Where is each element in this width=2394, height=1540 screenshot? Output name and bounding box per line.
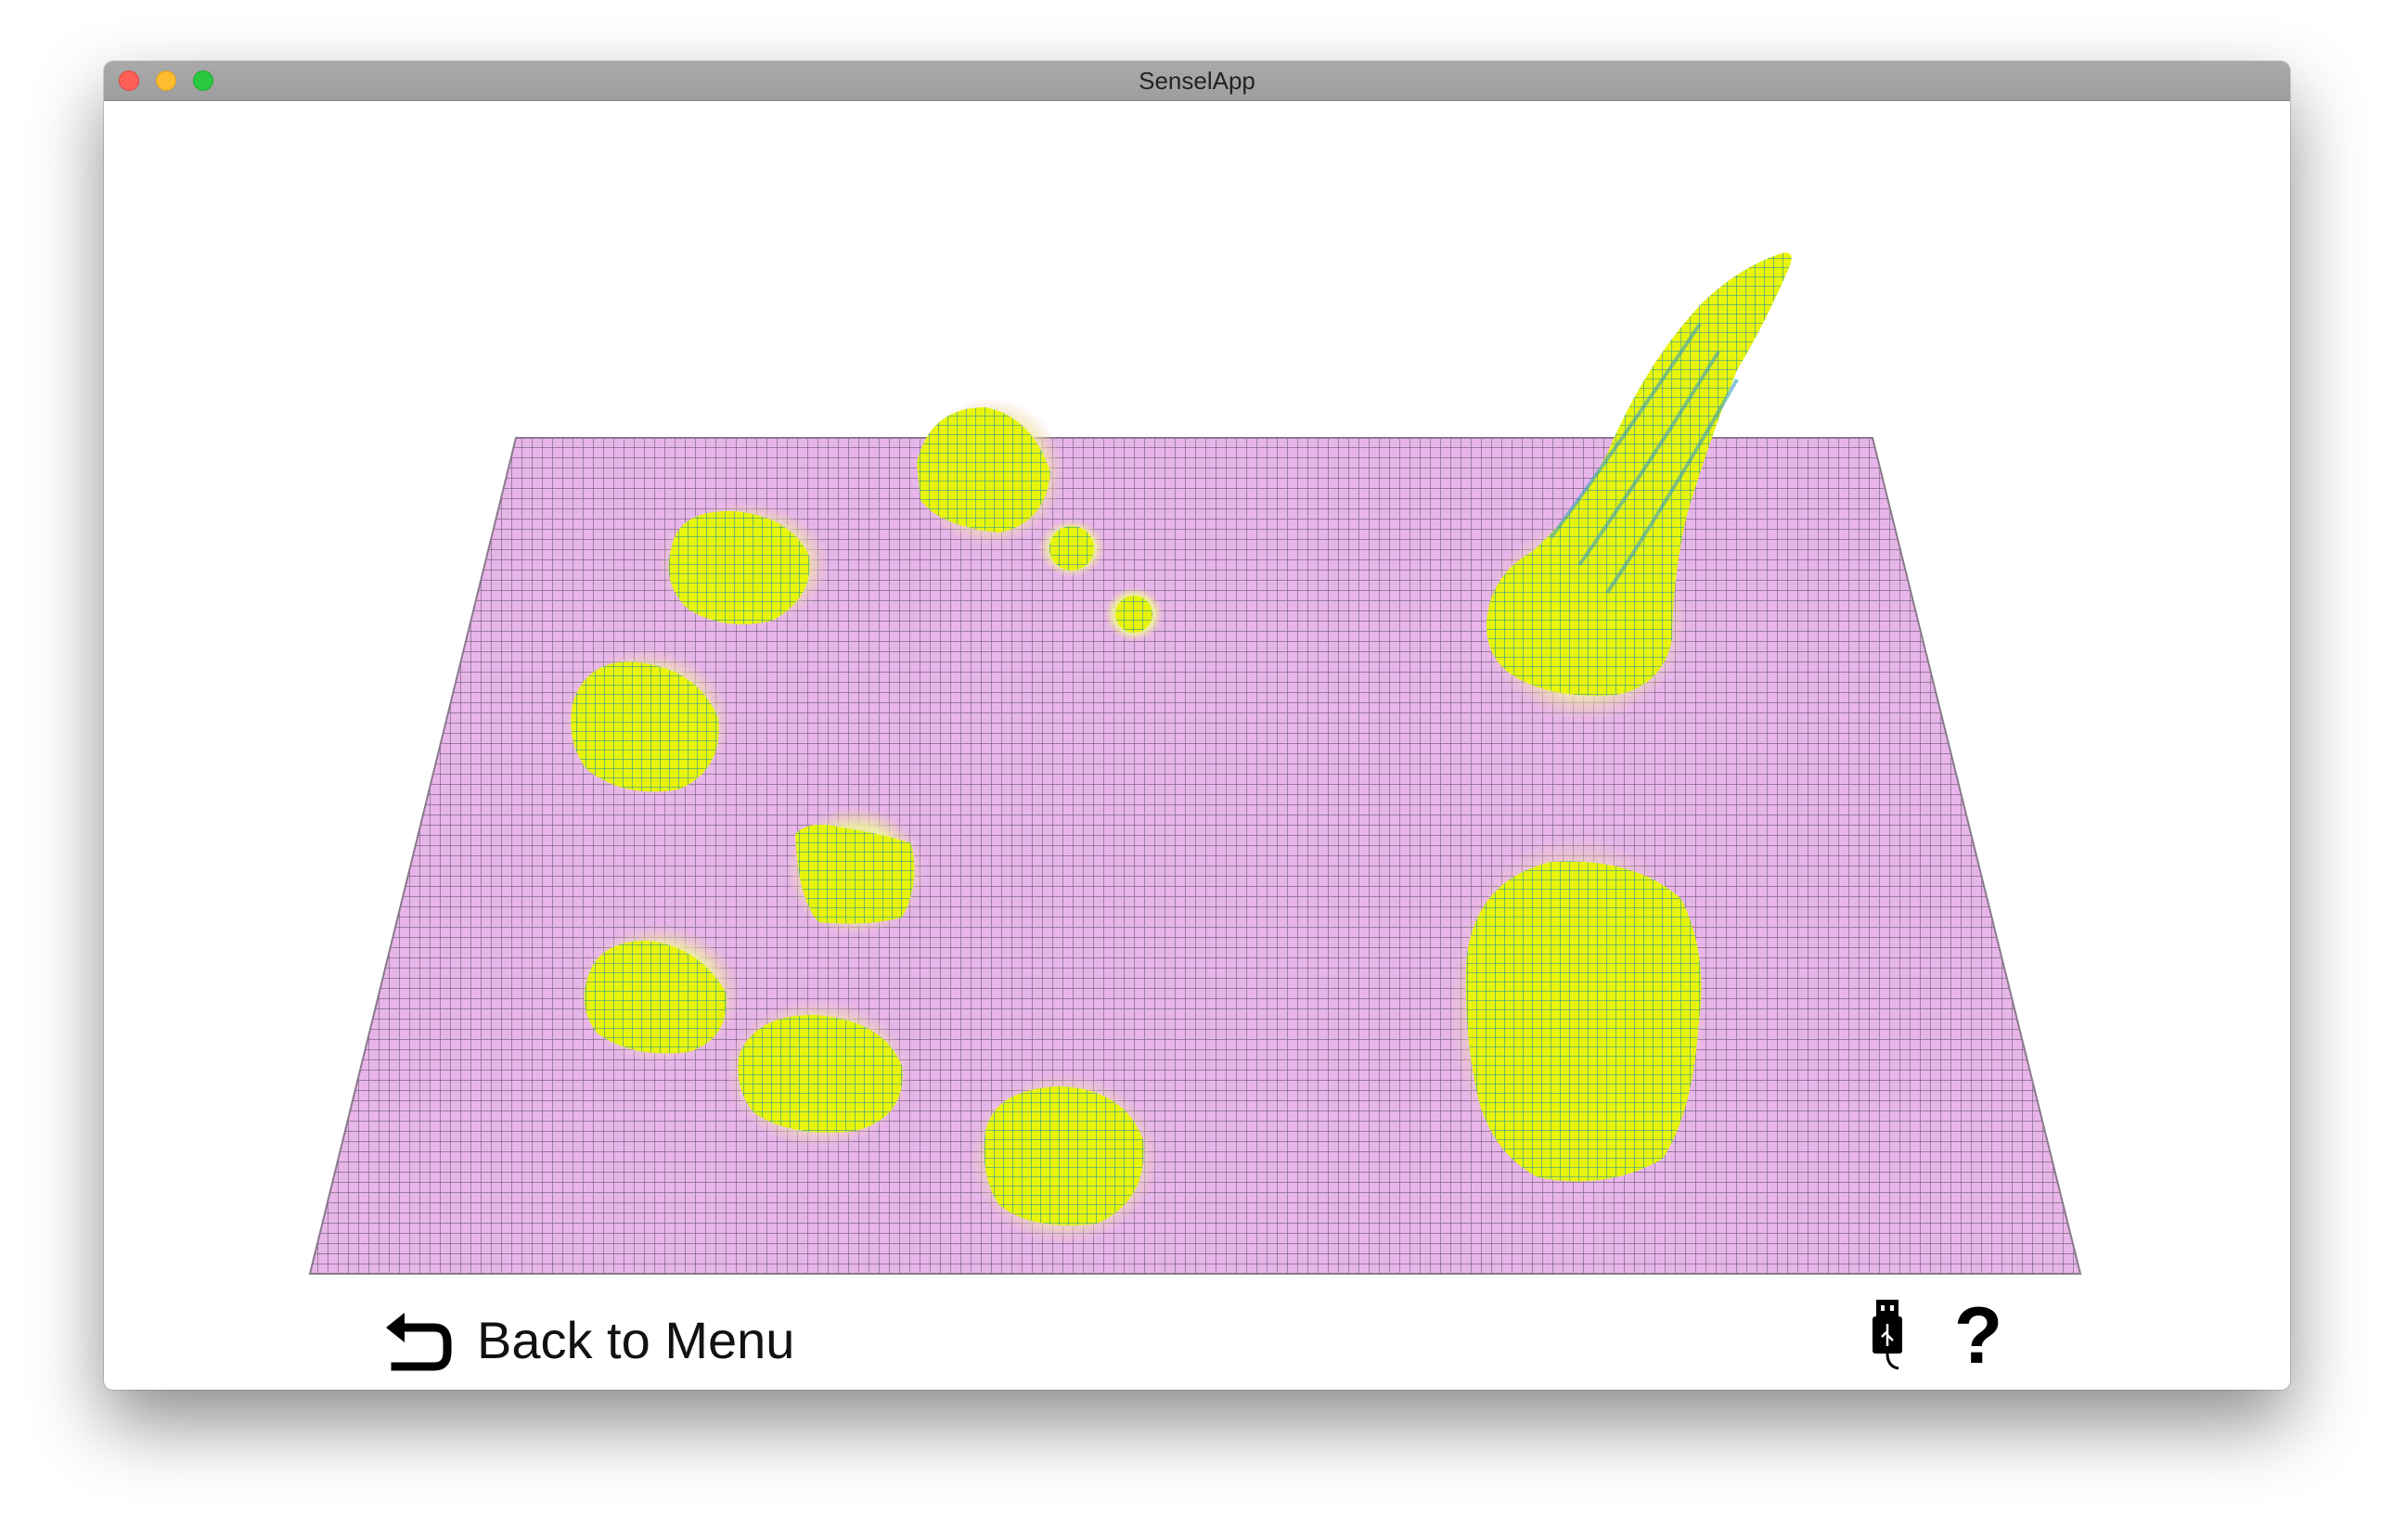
back-to-menu-button[interactable]: Back to Menu (382, 1298, 794, 1381)
window-title: SenselApp (1139, 67, 1255, 95)
usb-connection-icon (1873, 1300, 1902, 1370)
content-area: Back to Menu ? (104, 101, 2290, 1390)
pressure-blob (1049, 526, 1094, 571)
help-button[interactable]: ? (1950, 1296, 2006, 1376)
pressure-blob (795, 824, 915, 924)
usb-connection-button[interactable] (1867, 1298, 1908, 1372)
app-window: SenselApp Back to Menu ? (104, 61, 2290, 1390)
return-arrow-icon (386, 1313, 452, 1371)
pressure-surface-view (308, 252, 2082, 1275)
pressure-blob (1115, 596, 1152, 633)
pressure-blob (984, 1086, 1144, 1226)
pressure-grid-plane (308, 437, 2082, 1275)
title-bar[interactable]: SenselApp (104, 61, 2290, 101)
back-to-menu-label: Back to Menu (477, 1310, 795, 1369)
pressure-blob (1465, 861, 1702, 1182)
